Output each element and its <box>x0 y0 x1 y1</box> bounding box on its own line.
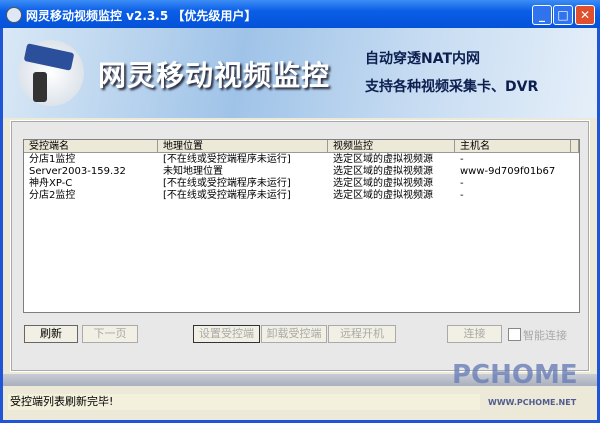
column-header-filler <box>571 140 579 153</box>
banner: 网灵移动视频监控 自动穿透NAT内网 支持各种视频采集卡、DVR <box>3 28 597 118</box>
column-header-name[interactable]: 受控端名 <box>24 140 158 153</box>
smart-connect-label: 智能连接 <box>523 329 567 342</box>
watermark-sub: WWW.PCHOME.NET <box>488 398 577 407</box>
list-cell[interactable]: 分店2监控 <box>24 190 75 202</box>
list-cell[interactable]: www-9d709f01b67 <box>455 166 555 178</box>
list-cell[interactable]: Server2003-159.32 <box>24 166 126 178</box>
window-title: 网灵移动视频监控 v2.3.5 【优先级用户】 <box>26 9 257 23</box>
client-list[interactable]: 受控端名 地理位置 视频监控 主机名 分店1监控 [不在线或受控端程序未运行] 选定… <box>23 139 580 313</box>
list-cell[interactable]: 选定区域的虚拟视频源 <box>328 190 433 202</box>
banner-slogan-1: 自动穿透NAT内网 <box>365 51 481 67</box>
list-cell[interactable]: 神舟XP-C <box>24 178 72 190</box>
phone-icon <box>33 72 47 102</box>
column-header-location[interactable]: 地理位置 <box>158 140 328 153</box>
list-cell[interactable]: - <box>455 190 464 202</box>
list-cell[interactable]: 选定区域的虚拟视频源 <box>328 178 433 190</box>
uninstall-client-button[interactable]: 卸载受控端 <box>261 325 327 343</box>
maximize-button[interactable]: □ <box>553 5 573 25</box>
watermark-main: PCHOME <box>452 360 578 390</box>
next-page-button[interactable]: 下一页 <box>82 325 138 343</box>
banner-title: 网灵移动视频监控 <box>98 59 331 92</box>
setup-client-button[interactable]: 设置受控端 <box>193 325 260 343</box>
refresh-button[interactable]: 刷新 <box>24 325 78 343</box>
list-cell[interactable]: [不在线或受控端程序未运行] <box>158 178 291 190</box>
smart-connect-checkbox[interactable] <box>508 328 521 341</box>
list-cell[interactable]: [不在线或受控端程序未运行] <box>158 154 291 166</box>
list-cell[interactable]: 选定区域的虚拟视频源 <box>328 166 433 178</box>
app-icon <box>6 7 22 23</box>
status-bar: 受控端列表刷新完毕! <box>8 394 480 410</box>
banner-slogan-2: 支持各种视频采集卡、DVR <box>365 79 539 95</box>
column-header-video[interactable]: 视频监控 <box>328 140 455 153</box>
list-cell[interactable]: [不在线或受控端程序未运行] <box>158 190 291 202</box>
connect-button[interactable]: 连接 <box>447 325 502 343</box>
close-button[interactable]: ✕ <box>575 5 595 25</box>
list-cell[interactable]: - <box>455 178 464 190</box>
column-header-host[interactable]: 主机名 <box>455 140 571 153</box>
list-cell[interactable]: 选定区域的虚拟视频源 <box>328 154 433 166</box>
remote-boot-button[interactable]: 远程开机 <box>328 325 396 343</box>
list-cell[interactable]: - <box>455 154 464 166</box>
title-bar: 网灵移动视频监控 v2.3.5 【优先级用户】 _ □ ✕ <box>0 0 600 28</box>
watermark-logo: PCHOME WWW.PCHOME.NET <box>452 350 582 420</box>
list-cell[interactable]: 未知地理位置 <box>158 166 223 178</box>
minimize-button[interactable]: _ <box>532 5 552 25</box>
list-cell[interactable]: 分店1监控 <box>24 154 75 166</box>
